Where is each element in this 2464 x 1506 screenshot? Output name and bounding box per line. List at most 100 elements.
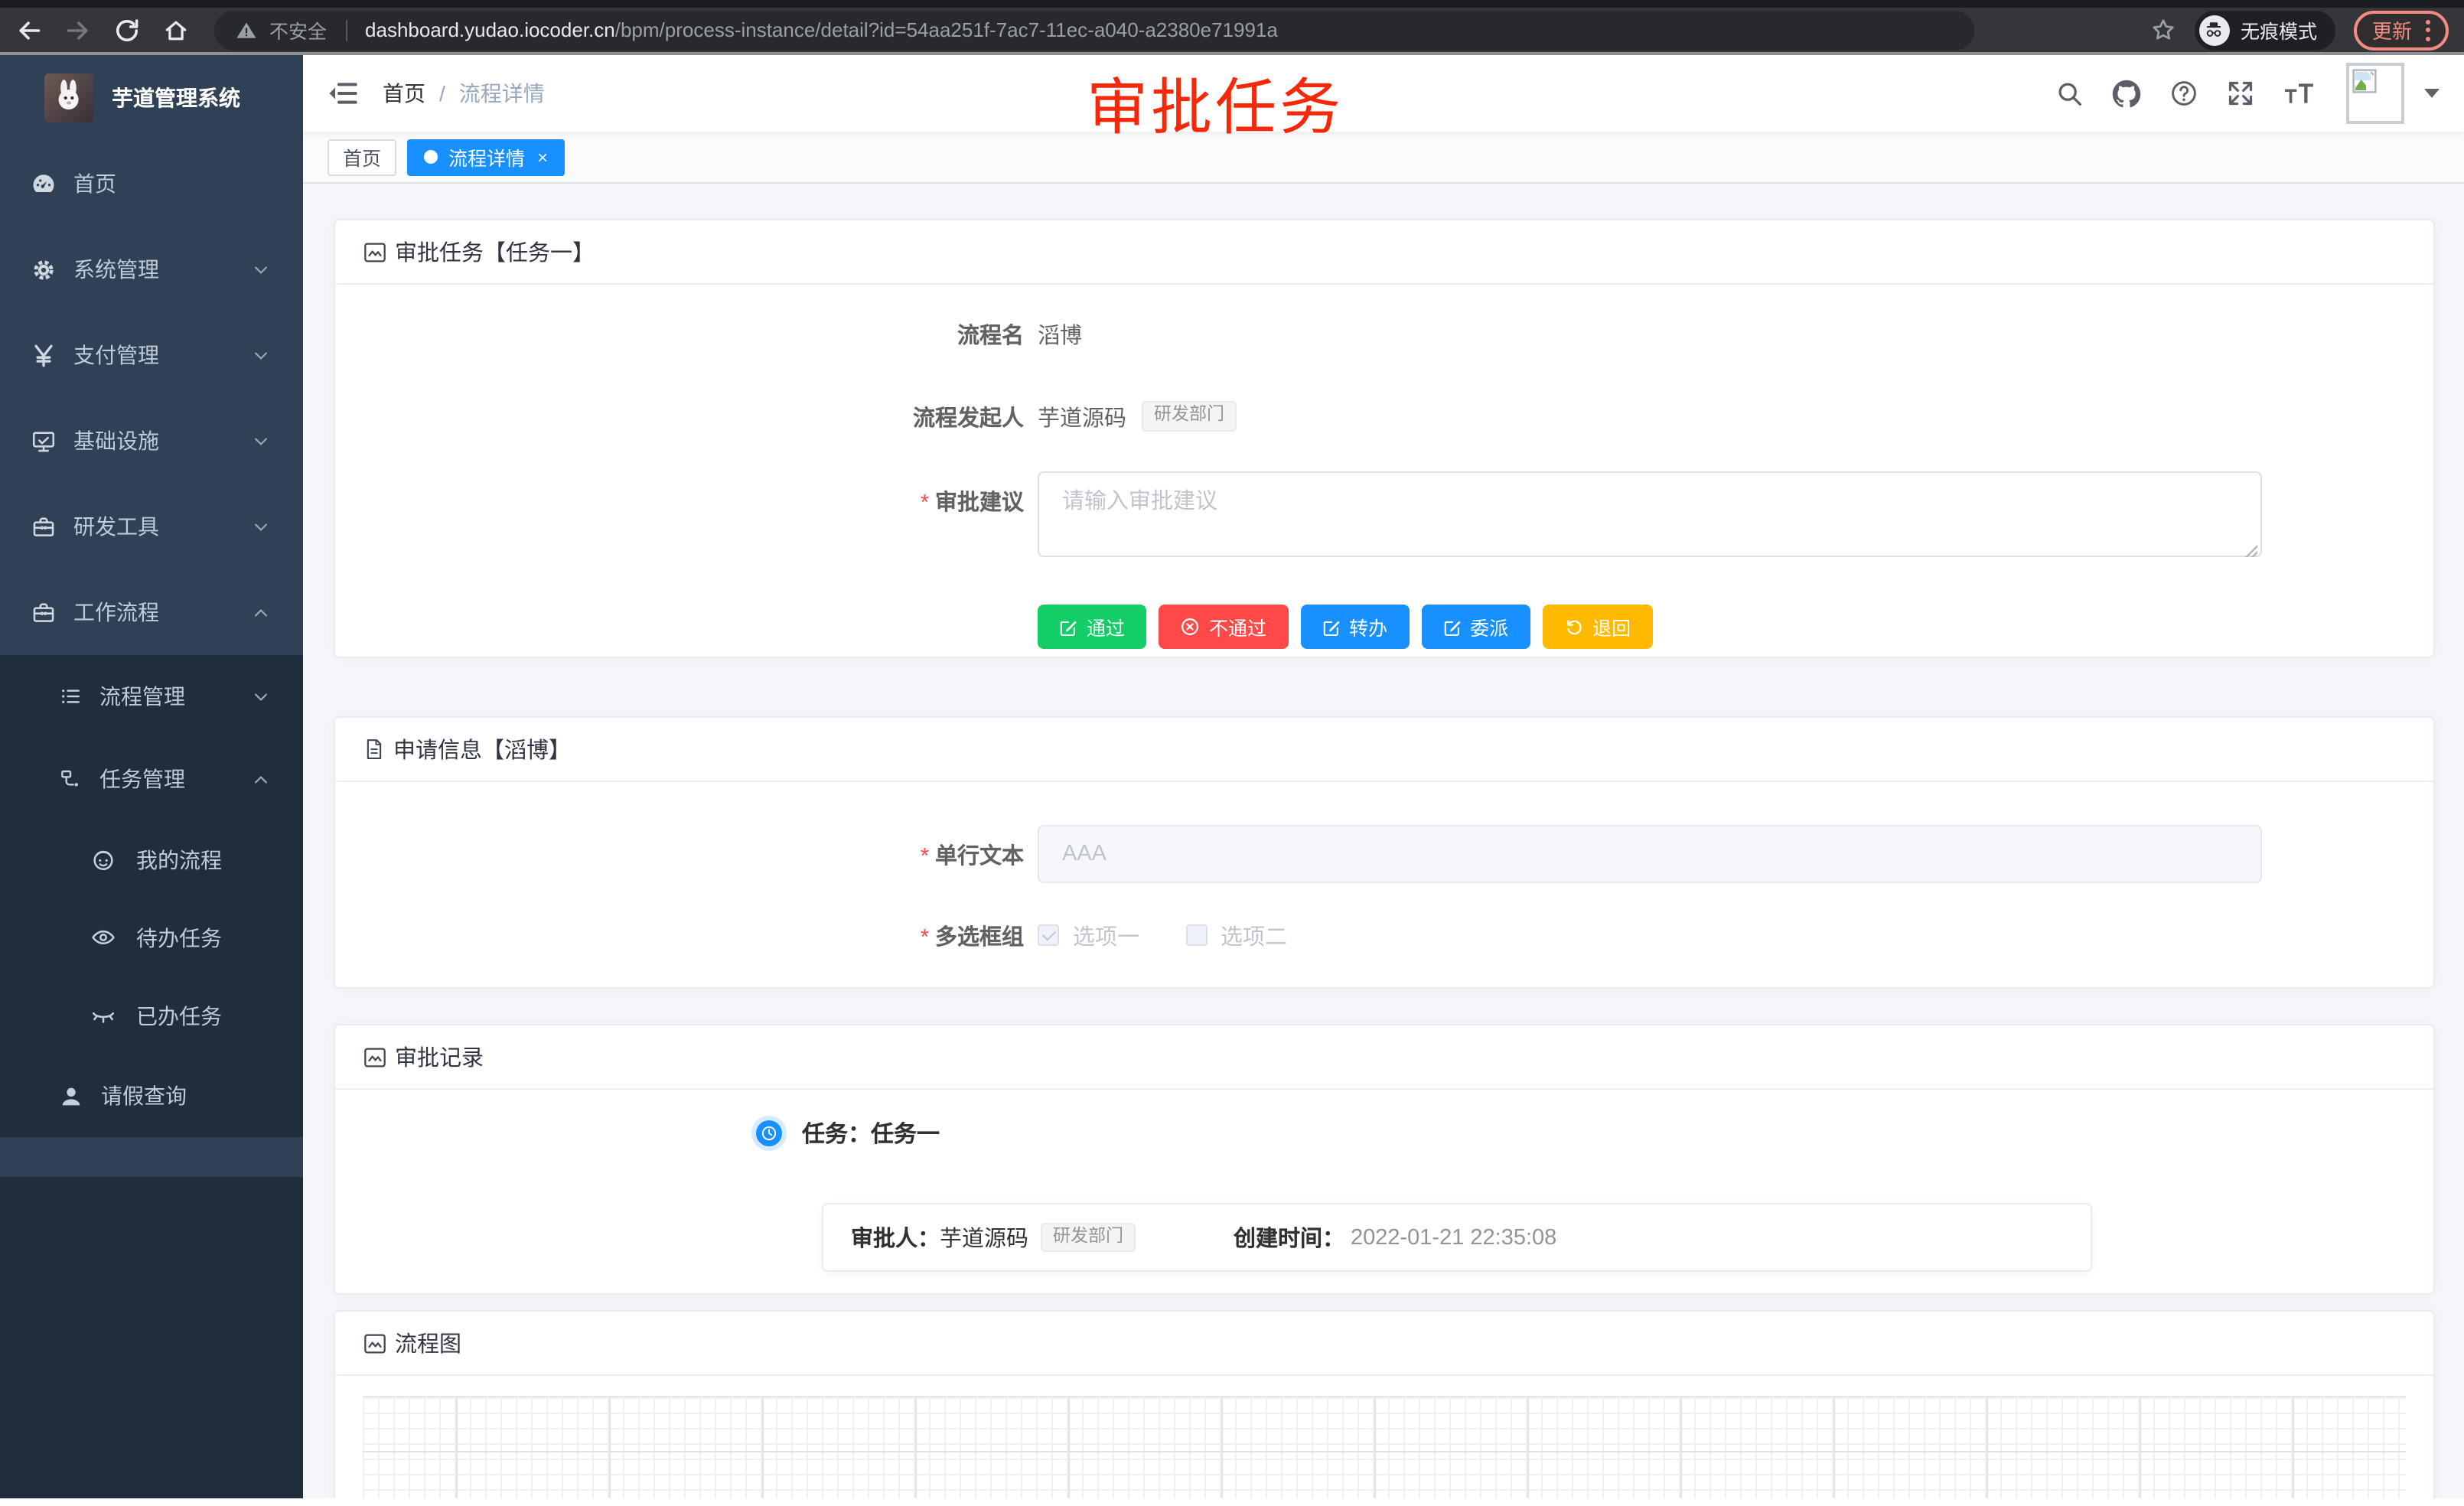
breadcrumb-home[interactable]: 首页 [383,78,425,109]
sidebar-item-infra[interactable]: 基础设施 [0,398,303,484]
document-icon [363,738,386,761]
back-icon[interactable] [15,16,43,44]
sidebar-item-label: 研发工具 [73,511,159,542]
apply-card-header: 申请信息【滔博】 [335,718,2433,782]
sidebar-item-todo-tasks[interactable]: 待办任务 [0,898,303,976]
sidebar-item-process-mgmt[interactable]: 流程管理 [0,655,303,738]
app-logo[interactable]: 芋道管理系统 [0,55,303,141]
single-text-row: *单行文本 [335,825,2433,883]
sidebar-item-workflow[interactable]: 工作流程 [0,569,303,655]
security-label[interactable]: 不安全 [269,15,327,44]
browser-update-button[interactable]: 更新 [2354,10,2449,50]
delegate-button[interactable]: 委派 [1421,605,1530,649]
breadcrumb: 首页 / 流程详情 [383,78,545,109]
required-mark: * [921,925,929,950]
breadcrumb-separator: / [439,81,445,106]
record-card-header: 审批记录 [335,1025,2433,1090]
sidebar-toggle-icon[interactable] [328,80,358,107]
list-icon [58,684,83,709]
sidebar-menu: 首页 系统管理 支付管理 基础设施 [0,141,303,1177]
reload-icon[interactable] [113,16,141,44]
initiator-dept-tag: 研发部门 [1142,401,1237,432]
assignee-label: 审批人： [851,1221,940,1253]
sidebar-item-system[interactable]: 系统管理 [0,227,303,312]
help-icon[interactable] [2170,80,2198,107]
browser-menu-icon[interactable] [2426,19,2430,41]
assignee-dept-tag: 研发部门 [1041,1222,1136,1253]
sidebar-item-label: 我的流程 [136,844,222,875]
initiator-row: 流程发起人 芋道源码 研发部门 [335,389,2433,444]
tab-home[interactable]: 首页 [328,139,396,175]
home-icon[interactable] [162,16,190,44]
edit-icon [1442,618,1461,636]
url-host[interactable]: dashboard.yudao.iocoder.cn [365,18,615,41]
sidebar-item-leave-query[interactable]: 请假查询 [0,1055,303,1137]
chevron-down-icon [253,432,269,449]
font-size-icon[interactable] [2283,80,2314,107]
gear-icon [31,256,57,282]
avatar-caret-icon[interactable] [2424,89,2440,98]
address-bar[interactable]: 不安全 dashboard.yudao.iocoder.cn/bpm/proce… [214,10,1974,50]
incognito-label: 无痕模式 [2241,15,2317,44]
checkbox-checked-icon [1038,924,1059,946]
circle-close-icon [1180,617,1200,637]
card-title: 申请信息【滔博】 [393,733,571,765]
chevron-down-icon [253,688,269,705]
incognito-icon [2199,15,2230,45]
search-icon[interactable] [2055,80,2083,107]
textarea-resize-handle[interactable] [2245,545,2257,557]
sidebar-item-label: 已办任务 [136,1000,222,1031]
logo-image [44,73,93,122]
checkbox-option2[interactable]: 选项二 [1185,919,1287,951]
approve-card-header: 审批任务【任务一】 [335,220,2433,285]
not-secure-warning-icon[interactable] [236,19,257,41]
sidebar-item-home[interactable]: 首页 [0,141,303,227]
tab-label: 流程详情 [448,142,525,171]
sidebar-item-devtools[interactable]: 研发工具 [0,484,303,569]
return-button[interactable]: 退回 [1542,605,1652,649]
update-label[interactable]: 更新 [2372,15,2412,44]
yen-icon [31,342,57,368]
sidebar-item-payment[interactable]: 支付管理 [0,312,303,398]
tab-process-detail[interactable]: 流程详情 × [407,139,565,175]
sidebar-item-label: 基础设施 [73,425,159,456]
navbar: 首页 / 流程详情 审批任务 [303,55,2464,132]
sidebar-item-task-mgmt[interactable]: 任务管理 [0,738,303,820]
sidebar-item-my-process[interactable]: 我的流程 [0,820,303,898]
fullscreen-icon[interactable] [2227,80,2254,107]
process-name-row: 流程名 滔博 [335,306,2433,361]
checkbox-group-label: *多选框组 [335,919,1024,951]
card-title: 流程图 [395,1327,461,1359]
chevron-up-icon [253,771,269,787]
eye-open-icon [90,924,116,950]
github-icon[interactable] [2112,79,2141,108]
timeline-item: 任务：任务一 [756,1117,2433,1149]
chevron-down-icon [253,518,269,535]
checkbox-option1[interactable]: 选项一 [1038,919,1139,951]
tab-label: 首页 [343,142,381,171]
diagram-card-header: 流程图 [335,1312,2433,1376]
approve-button[interactable]: 通过 [1038,605,1146,649]
reject-button[interactable]: 不通过 [1159,605,1288,649]
tab-close-icon[interactable]: × [537,146,548,168]
url-path[interactable]: /bpm/process-instance/detail?id=54aa251f… [615,18,1278,41]
active-tab-dot [424,150,438,164]
single-text-input[interactable] [1038,825,2262,883]
sidebar-item-label: 任务管理 [99,764,185,794]
chevron-down-icon [253,261,269,278]
sidebar-item-label: 首页 [73,168,116,199]
avatar[interactable] [2346,63,2404,124]
opinion-textarea[interactable] [1038,471,2262,557]
edit-icon [1322,618,1340,636]
browser-toolbar: 不安全 dashboard.yudao.iocoder.cn/bpm/proce… [0,0,2464,55]
sidebar-item-done-tasks[interactable]: 已办任务 [0,976,303,1055]
bookmark-star-icon[interactable] [2150,17,2176,43]
task-title: 任务：任务一 [802,1117,940,1149]
checkbox-label: 选项一 [1073,919,1139,951]
approval-record-box: 审批人： 芋道源码 研发部门 创建时间： 2022-01-21 22:35:08 [822,1203,2092,1272]
required-mark: * [921,844,929,869]
transfer-button[interactable]: 转办 [1300,605,1409,649]
forward-icon[interactable] [64,16,92,44]
card-title: 审批任务【任务一】 [395,236,595,268]
bpmn-canvas[interactable] [363,1396,2406,1498]
